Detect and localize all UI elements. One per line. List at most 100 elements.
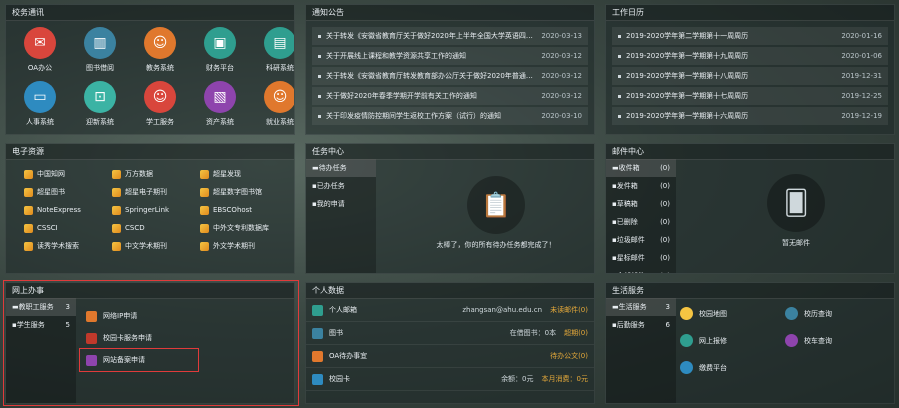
tasks-empty-text: 太棒了，你的所有待办任务都完成了！ (436, 241, 556, 249)
resource-label: SpringerLink (125, 206, 170, 214)
resource-icon (24, 205, 33, 215)
app-item[interactable]: ▣ 财务平台 (190, 27, 250, 73)
resource-label: 超星数字图书馆 (213, 188, 262, 196)
resource-link[interactable]: EBSCOhost (200, 204, 288, 216)
bullet-icon (618, 114, 621, 118)
clipboard-icon: 📋 (467, 176, 525, 234)
apps-grid: ✉ OA办公 ▥ 图书借阅 ☺ 教务系统 ▣ 财务平台 ▤ 科研系统 ▭ 人事系统 ⊡ 迎新系统 ☺ 学工服务… (6, 21, 294, 127)
life-title: 生活服务 (606, 283, 894, 299)
resource-icon (24, 169, 33, 179)
notices-row[interactable]: 关于做好2020年春季学期开学前有关工作的通知 2020-03-12 (312, 87, 588, 105)
resource-label: 外文学术期刊 (213, 242, 255, 250)
resource-link[interactable]: 超星数字图书馆 (200, 186, 288, 198)
online-service-item[interactable]: 网站备案申请 (79, 348, 199, 372)
personal-row[interactable]: 校园卡 余额：0元 本月消费：0元 (306, 368, 594, 391)
resource-link[interactable]: 中外文专利数据库 (200, 222, 288, 234)
personal-row[interactable]: OA待办事宜 待办公文(0) (306, 345, 594, 368)
notices-row[interactable]: 关于转发《安徽省教育厅转发教育部办公厅关于做好2020年普通高等学校招生… 202… (312, 67, 588, 85)
resource-link[interactable]: CSSCI (24, 222, 112, 234)
life-label: 网上报修 (699, 336, 727, 345)
resource-link[interactable]: 外文学术期刊 (200, 240, 288, 252)
notices-row[interactable]: 关于开展线上课程和教学资源共享工作的通知 2020-03-12 (312, 47, 588, 65)
life-label: 校园地图 (699, 309, 727, 318)
app-item[interactable]: ⊡ 迎新系统 (70, 81, 130, 127)
nav-count: 5 (65, 321, 70, 329)
resources-title: 电子资源 (6, 144, 294, 160)
apps-panel: 校务通讯 ✉ OA办公 ▥ 图书借阅 ☺ 教务系统 ▣ 财务平台 ▤ 科研系统 ▭ 人事系统 ⊡ 迎新系统… (5, 4, 295, 135)
resource-link[interactable]: 读秀学术搜索 (24, 240, 112, 252)
nav-item[interactable]: ▪ 已办任务 (306, 177, 376, 195)
notices-row-title: 关于转发《安徽省教育厅关于做好2020年上半年全国大学英语四六级考试报名… (318, 27, 533, 45)
resource-link[interactable]: 万方数据 (112, 168, 200, 180)
notices-panel: 通知公告 关于转发《安徽省教育厅关于做好2020年上半年全国大学英语四六级考试报… (305, 4, 595, 135)
nav-count: (0) (660, 236, 670, 244)
resource-link[interactable]: 中国知网 (24, 168, 112, 180)
notices-row[interactable]: 关于印发疫情防控期间学生返校工作方案（试行）的通知 2020-03-10 (312, 107, 588, 125)
resource-link[interactable]: 超星图书 (24, 186, 112, 198)
resource-link[interactable]: 超星发现 (200, 168, 288, 180)
life-service-item[interactable]: 缴费平台 (680, 361, 785, 374)
nav-item[interactable]: ▪ 学生服务 5 (6, 316, 76, 334)
resource-label: 中文学术期刊 (125, 242, 167, 250)
nav-count: 3 (65, 303, 70, 311)
calendar-row[interactable]: 2019-2020学年第一学期第十六周周历 2019-12-19 (612, 107, 888, 125)
calendar-row-text: 2019-2020学年第一学期第十九周周历 (626, 52, 749, 60)
online-service-item[interactable]: 校园卡服务申请 (80, 327, 290, 349)
nav-item[interactable]: ▪ 发件箱 (0) (606, 177, 676, 195)
resource-label: 万方数据 (125, 170, 153, 178)
notices-row-text: 关于转发《安徽省教育厅转发教育部办公厅关于做好2020年普通高等学校招生… (326, 72, 533, 80)
resource-label: NoteExpress (37, 206, 81, 214)
calendar-row[interactable]: 2019-2020学年第一学期第十七周周历 2019-12-25 (612, 87, 888, 105)
life-service-item[interactable]: 校历查询 (785, 307, 890, 320)
calendar-row[interactable]: 2019-2020学年第二学期第十一周周历 2020-01-16 (612, 27, 888, 45)
nav-item[interactable]: ▪ 已删除 (0) (606, 213, 676, 231)
nav-item[interactable]: ▬ 收件箱 (0) (606, 159, 676, 177)
nav-item[interactable]: ▪ 星标邮件 (0) (606, 249, 676, 267)
personal-row[interactable]: 个人邮箱 zhangsan@ahu.edu.cn 未读邮件(0) (306, 299, 594, 322)
nav-item[interactable]: ▪ 草稿箱 (0) (606, 195, 676, 213)
nav-item[interactable]: ▪ 后勤服务 6 (606, 316, 676, 334)
app-item[interactable]: ▥ 图书借阅 (70, 27, 130, 73)
app-label: OA办公 (27, 64, 53, 72)
resource-icon (200, 205, 209, 215)
calendar-row-date: 2019-12-31 (841, 72, 882, 80)
nav-count: (0) (660, 182, 670, 190)
app-label: 图书借阅 (86, 64, 114, 72)
calendar-row[interactable]: 2019-2020学年第一学期第十八周周历 2019-12-31 (612, 67, 888, 85)
nav-item[interactable]: ▪ 我的申请 (306, 195, 376, 213)
life-service-item[interactable]: 校园地图 (680, 307, 785, 320)
folder-icon: ▬ (612, 303, 619, 311)
app-item[interactable]: ▭ 人事系统 (10, 81, 70, 127)
notices-row[interactable]: 关于转发《安徽省教育厅关于做好2020年上半年全国大学英语四六级考试报名… 202… (312, 27, 588, 45)
app-item[interactable]: ☺ 教务系统 (130, 27, 190, 73)
books-icon: ▥ (84, 27, 116, 59)
nav-item[interactable]: ▬ 教职工服务 3 (6, 298, 76, 316)
resource-link[interactable]: NoteExpress (24, 204, 112, 216)
resource-link[interactable]: CSCD (112, 222, 200, 234)
calendar-list: 2019-2020学年第二学期第十一周周历 2020-01-16 2019-2020… (606, 21, 894, 125)
life-service-item[interactable]: 校车查询 (785, 334, 890, 347)
notices-row-title: 关于转发《安徽省教育厅转发教育部办公厅关于做好2020年普通高等学校招生… (318, 67, 533, 85)
personal-label: OA待办事宜 (329, 352, 368, 360)
nav-label: 草稿箱 (616, 200, 638, 208)
app-item[interactable]: ✉ OA办公 (10, 27, 70, 73)
resource-link[interactable]: 中文学术期刊 (112, 240, 200, 252)
student-icon: ☺ (144, 27, 176, 59)
nav-item[interactable]: ▬ 待办任务 (306, 159, 376, 177)
app-item[interactable]: ▤ 科研系统 (250, 27, 294, 73)
app-item[interactable]: ▧ 资产系统 (190, 81, 250, 127)
resource-link[interactable]: 超星电子期刊 (112, 186, 200, 198)
app-label: 迎新系统 (86, 118, 114, 126)
resource-link[interactable]: SpringerLink (112, 204, 200, 216)
app-item[interactable]: ☺ 就业系统 (250, 81, 294, 127)
nav-count: 3 (665, 303, 670, 311)
nav-item[interactable]: ▬ 生活服务 3 (606, 298, 676, 316)
calendar-row[interactable]: 2019-2020学年第一学期第十九周周历 2020-01-06 (612, 47, 888, 65)
online-service-item[interactable]: 网络IP申请 (80, 305, 290, 327)
life-service-item[interactable]: 网上报修 (680, 334, 785, 347)
nav-item[interactable]: ▪ 全部邮件(0) (606, 267, 676, 273)
personal-status: 待办公文(0) (550, 352, 588, 360)
app-item[interactable]: ☺ 学工服务 (130, 81, 190, 127)
personal-row[interactable]: 图书 在借图书：0本 超期(0) (306, 322, 594, 345)
nav-item[interactable]: ▪ 垃圾邮件 (0) (606, 231, 676, 249)
